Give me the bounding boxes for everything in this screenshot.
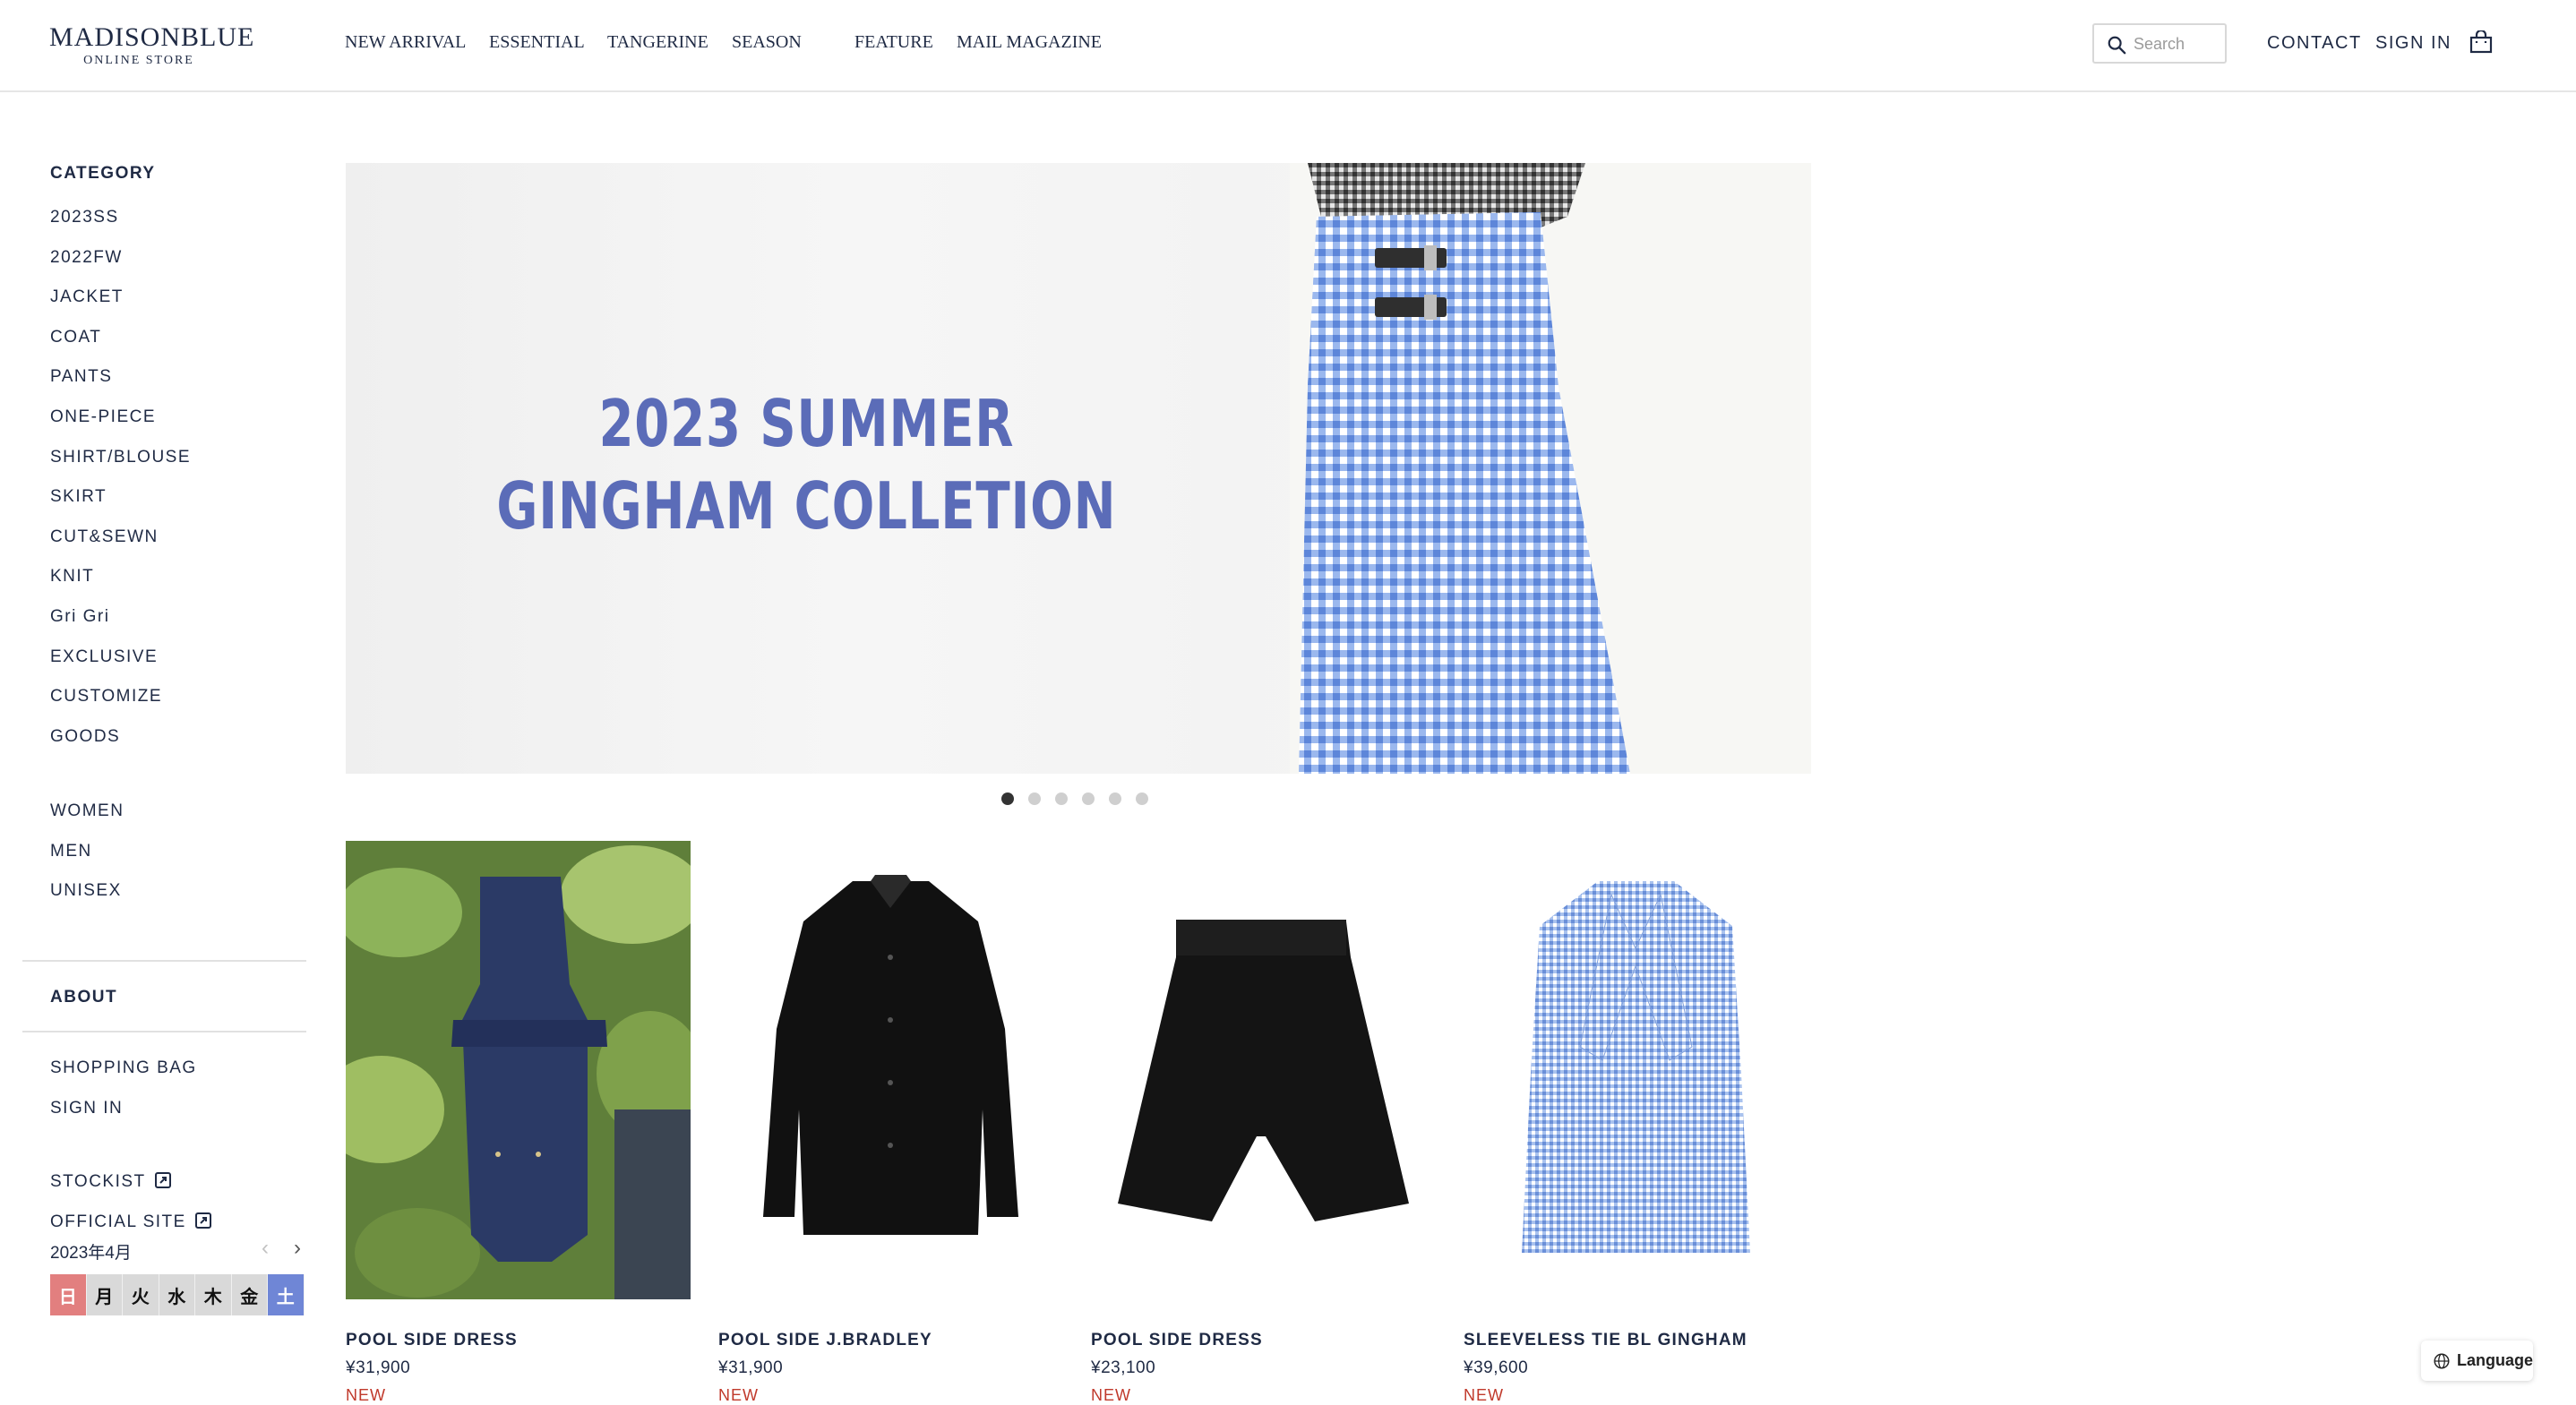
sidebar-category-item[interactable]: CUSTOMIZE <box>50 687 162 707</box>
carousel-dot[interactable] <box>1082 792 1095 805</box>
logo-sub-text: ONLINE STORE <box>83 54 194 67</box>
search-box <box>2092 23 2227 64</box>
official-site-label: OFFICIAL SITE <box>50 1212 186 1231</box>
language-button[interactable]: Language <box>2421 1341 2533 1381</box>
external-link-icon <box>154 1172 171 1188</box>
sidebar-category-item[interactable]: Gri Gri <box>50 607 109 627</box>
contact-link[interactable]: CONTACT <box>2267 33 2362 54</box>
sidebar-item-men[interactable]: MEN <box>50 842 92 861</box>
product-image-pool-side-j-bradley[interactable] <box>718 841 1063 1299</box>
search-input[interactable] <box>2134 30 2223 57</box>
sidebar-category-item[interactable]: SHIRT/BLOUSE <box>50 448 191 467</box>
hero-model-image <box>1290 163 1811 774</box>
new-badge: NEW <box>718 1386 759 1404</box>
product-name[interactable]: SLEEVELESS TIE BL GINGHAM <box>1464 1331 1747 1350</box>
weekday-tue: 火 <box>123 1274 159 1315</box>
sidebar-category-item[interactable]: CUT&SEWN <box>50 527 159 547</box>
carousel-dot[interactable] <box>1136 792 1148 805</box>
external-link-icon <box>194 1212 211 1229</box>
carousel-dot[interactable] <box>1001 792 1014 805</box>
weekday-mon: 月 <box>86 1274 123 1315</box>
weekday-sun: 日 <box>50 1274 87 1315</box>
shopping-bag-icon[interactable] <box>2469 30 2493 54</box>
product-photo <box>1091 841 1436 1299</box>
calendar-prev-icon[interactable]: ‹ <box>262 1236 269 1261</box>
nav-new-arrival[interactable]: NEW ARRIVAL <box>345 32 466 53</box>
weekday-fri: 金 <box>231 1274 268 1315</box>
sidebar-category-item[interactable]: EXCLUSIVE <box>50 647 158 667</box>
hero-title-line2: GINGHAM COLLETION <box>496 468 1117 544</box>
globe-icon <box>2434 1352 2450 1369</box>
product-image-sleeveless-tie-bl-gingham[interactable] <box>1464 841 1808 1299</box>
sidebar-item-shopping-bag[interactable]: SHOPPING BAG <box>50 1058 197 1078</box>
calendar-title: 2023年4月 <box>50 1244 132 1263</box>
product-name[interactable]: POOL SIDE J.BRADLEY <box>718 1331 932 1350</box>
sidebar-category-item[interactable]: 2023SS <box>50 208 119 227</box>
product-image-pool-side-dress[interactable] <box>346 841 691 1299</box>
logo-main-text: MADISONBLUE <box>49 22 255 52</box>
product-photo <box>718 841 1063 1299</box>
nav-season[interactable]: SEASON <box>732 32 802 53</box>
carousel-dot[interactable] <box>1109 792 1121 805</box>
product-price: ¥39,600 <box>1464 1358 1529 1377</box>
stockist-label: STOCKIST <box>50 1172 146 1191</box>
sidebar-category-item[interactable]: ONE-PIECE <box>50 407 156 427</box>
sidebar-category-item[interactable]: GOODS <box>50 727 120 747</box>
weekday-thu: 木 <box>195 1274 232 1315</box>
hero-title: 2023 SUMMER GINGHAM COLLETION <box>447 382 1166 547</box>
sidebar-item-unisex[interactable]: UNISEX <box>50 881 122 901</box>
nav-feature[interactable]: FEATURE <box>854 32 933 53</box>
official-site-link[interactable]: OFFICIAL SITE <box>50 1212 211 1232</box>
sidebar-divider <box>22 960 306 962</box>
carousel-dots <box>1001 792 1148 805</box>
sidebar-item-sign-in[interactable]: SIGN IN <box>50 1099 123 1118</box>
sidebar-category-item[interactable]: 2022FW <box>50 248 123 268</box>
hero-banner[interactable]: 2023 SUMMER GINGHAM COLLETION <box>346 163 1811 774</box>
new-badge: NEW <box>1091 1386 1131 1404</box>
stockist-link[interactable]: STOCKIST <box>50 1172 171 1192</box>
product-price: ¥23,100 <box>1091 1358 1156 1377</box>
product-name[interactable]: POOL SIDE DRESS <box>346 1331 518 1350</box>
sidebar-category-item[interactable]: PANTS <box>50 367 112 387</box>
sidebar-category-item[interactable]: KNIT <box>50 567 94 587</box>
site-header: MADISONBLUE ONLINE STORE NEW ARRIVAL ESS… <box>0 0 2576 92</box>
search-icon[interactable] <box>2107 35 2126 55</box>
new-badge: NEW <box>1464 1386 1504 1404</box>
carousel-dot[interactable] <box>1028 792 1041 805</box>
product-image-pool-side-dress-2[interactable] <box>1091 841 1436 1299</box>
weekday-sat: 土 <box>268 1274 305 1315</box>
language-label: Language <box>2456 1351 2533 1369</box>
sidebar: CATEGORY 2023SS 2022FW JACKET COAT PANTS ONE-… <box>0 92 309 1405</box>
new-badge: NEW <box>346 1386 386 1404</box>
sidebar-category-item[interactable]: SKIRT <box>50 487 107 507</box>
nav-mail-magazine[interactable]: MAIL MAGAZINE <box>957 32 1102 53</box>
category-heading: CATEGORY <box>50 164 156 183</box>
sidebar-category-item[interactable]: JACKET <box>50 287 124 307</box>
product-name[interactable]: POOL SIDE DRESS <box>1091 1331 1263 1350</box>
about-link[interactable]: ABOUT <box>50 988 117 1007</box>
store-logo[interactable]: MADISONBLUE ONLINE STORE <box>49 22 255 68</box>
product-price: ¥31,900 <box>718 1358 784 1377</box>
product-price: ¥31,900 <box>346 1358 411 1377</box>
sidebar-divider <box>22 1031 306 1032</box>
nav-essential[interactable]: ESSENTIAL <box>489 32 585 53</box>
sidebar-category-item[interactable]: COAT <box>50 328 101 347</box>
sidebar-item-women[interactable]: WOMEN <box>50 801 124 821</box>
calendar-weekday-row: 日 月 火 水 木 金 土 <box>50 1274 305 1315</box>
carousel-dot[interactable] <box>1055 792 1068 805</box>
weekday-wed: 水 <box>159 1274 195 1315</box>
nav-tangerine[interactable]: TANGERINE <box>607 32 708 53</box>
calendar-next-icon[interactable]: › <box>294 1236 301 1261</box>
product-photo <box>346 841 691 1299</box>
product-photo <box>1464 841 1808 1299</box>
sign-in-link[interactable]: SIGN IN <box>2375 33 2451 54</box>
hero-title-line1: 2023 SUMMER <box>598 386 1015 461</box>
